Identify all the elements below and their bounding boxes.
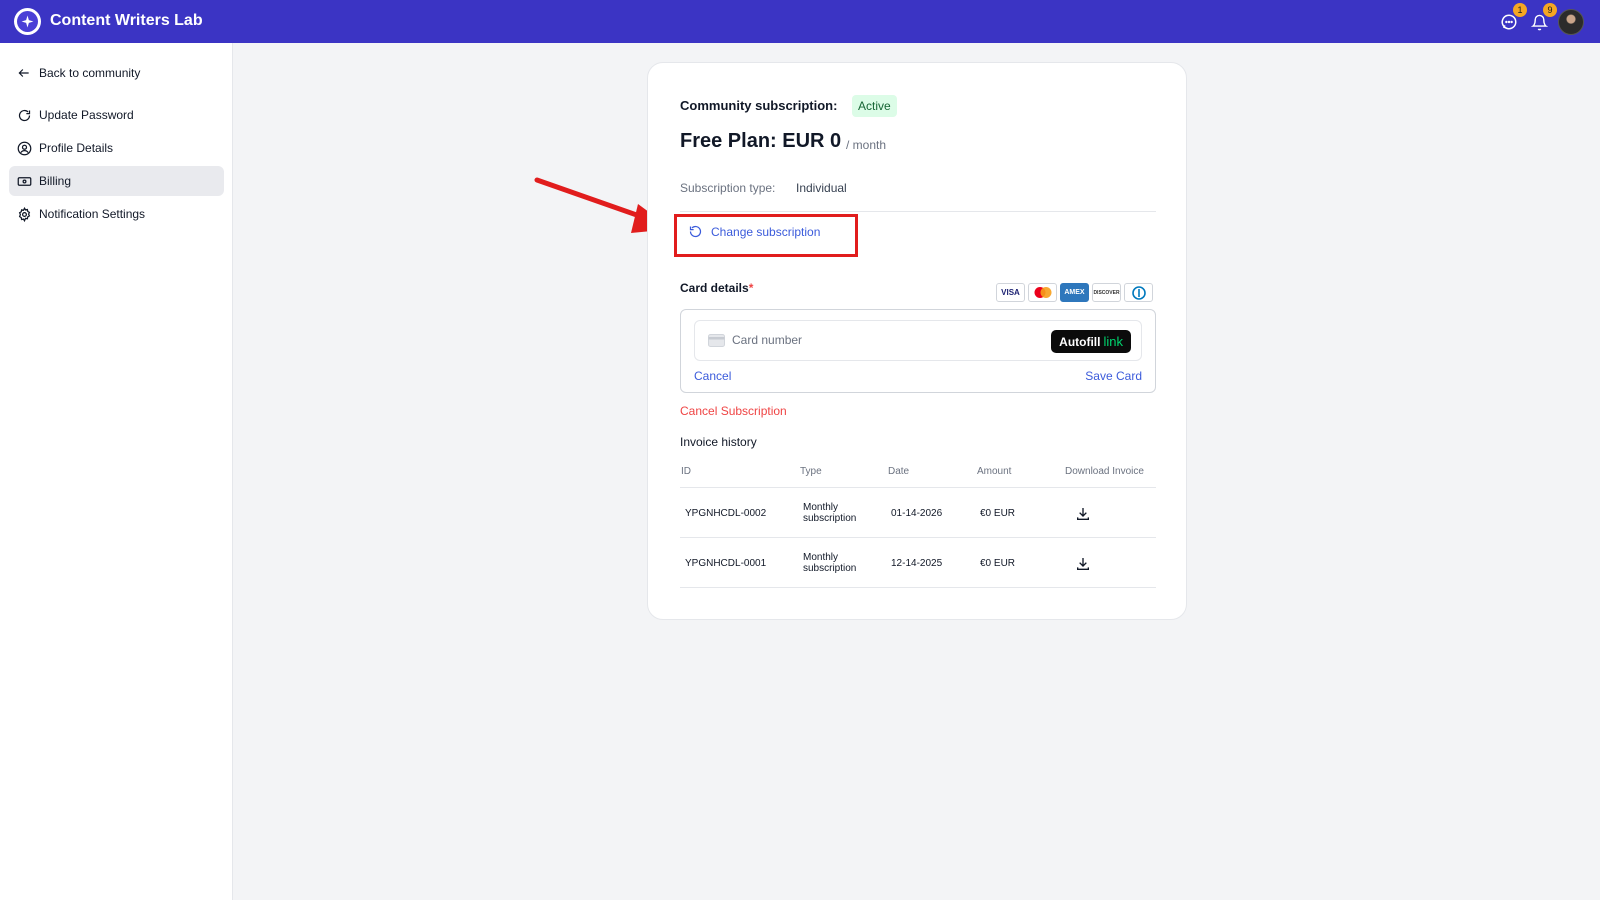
sidebar-item-profile-details[interactable]: Profile Details (9, 133, 224, 163)
bell-icon (1530, 14, 1548, 30)
sidebar-item-update-password[interactable]: Update Password (9, 100, 224, 130)
sidebar-item-label: Billing (39, 174, 72, 188)
column-header-id: ID (681, 466, 691, 477)
subscription-label: Community subscription: (680, 98, 838, 113)
user-circle-icon (16, 140, 32, 156)
invoice-type: Monthly subscription (803, 502, 857, 524)
refresh-icon (16, 107, 32, 123)
messages-button[interactable]: 1 (1498, 3, 1527, 33)
subscription-type-value: Individual (796, 181, 847, 195)
messages-badge: 1 (1513, 3, 1527, 17)
invoice-type: Monthly subscription (803, 552, 857, 574)
invoice-amount: €0 EUR (980, 508, 1016, 519)
cancel-subscription-button[interactable]: Cancel Subscription (680, 404, 787, 418)
mastercard-icon (1028, 283, 1057, 302)
status-badge: Active (852, 95, 897, 117)
plan-period: / month (846, 138, 887, 152)
change-subscription-label: Change subscription (711, 224, 821, 239)
gear-icon (16, 206, 32, 222)
column-header-download: Download Invoice (1065, 466, 1144, 477)
discover-icon: DISCOVER (1092, 283, 1121, 302)
sidebar-item-billing[interactable]: Billing (9, 166, 224, 196)
credit-card-icon (708, 334, 725, 347)
column-header-date: Date (888, 466, 910, 477)
app-logo-icon[interactable] (14, 8, 41, 35)
download-icon[interactable] (1075, 556, 1091, 572)
amex-icon: AMEX (1060, 283, 1089, 302)
invoice-amount: €0 EUR (980, 558, 1016, 569)
table-divider (680, 587, 1156, 588)
table-divider (680, 487, 1156, 488)
link-brand-label: link (1103, 334, 1123, 349)
notifications-button[interactable]: 9 (1528, 3, 1557, 33)
table-divider (680, 537, 1156, 538)
save-card-button[interactable]: Save Card (1085, 369, 1142, 383)
invoice-date: 12-14-2025 (891, 558, 943, 569)
app-title: Content Writers Lab (50, 12, 203, 29)
plan-title: Free Plan: EUR 0 (680, 130, 842, 152)
sidebar: Back to community Update Password Profil… (0, 43, 233, 900)
autofill-link-button[interactable]: Autofill link (1051, 330, 1131, 353)
refresh-icon (689, 225, 702, 238)
billing-icon (16, 173, 32, 189)
visa-icon: VISA (996, 283, 1025, 302)
subscription-type-label: Subscription type: (680, 181, 776, 195)
card-form: Autofill link Cancel Save Card (680, 309, 1156, 393)
card-details-label: Card details* (680, 281, 754, 295)
sidebar-item-label: Profile Details (39, 141, 114, 155)
column-header-amount: Amount (977, 466, 1012, 477)
divider (680, 211, 1156, 212)
invoice-date: 01-14-2026 (891, 508, 943, 519)
sidebar-item-label: Notification Settings (39, 207, 146, 221)
billing-card: Community subscription: Active Free Plan… (647, 62, 1187, 620)
autofill-label: Autofill (1059, 334, 1101, 349)
download-icon[interactable] (1075, 506, 1091, 522)
sidebar-item-notification-settings[interactable]: Notification Settings (9, 199, 224, 229)
back-to-community-link[interactable]: Back to community (9, 58, 224, 88)
change-subscription-button[interactable]: Change subscription (688, 224, 820, 239)
avatar[interactable] (1558, 9, 1584, 35)
sidebar-item-label: Update Password (39, 108, 134, 122)
arrow-left-icon (16, 65, 32, 81)
column-header-type: Type (800, 466, 822, 477)
invoice-history-title: Invoice history (680, 435, 757, 449)
notifications-badge: 9 (1543, 3, 1557, 17)
sidebar-item-label: Back to community (39, 66, 141, 80)
cancel-card-button[interactable]: Cancel (694, 369, 731, 383)
diners-icon (1124, 283, 1153, 302)
card-number-field[interactable]: Autofill link (694, 320, 1142, 361)
invoice-id: YPGNHCDL-0002 (685, 508, 767, 519)
top-bar: Content Writers Lab 1 9 (0, 0, 1600, 43)
card-number-input[interactable] (732, 333, 1012, 347)
invoice-id: YPGNHCDL-0001 (685, 558, 767, 569)
